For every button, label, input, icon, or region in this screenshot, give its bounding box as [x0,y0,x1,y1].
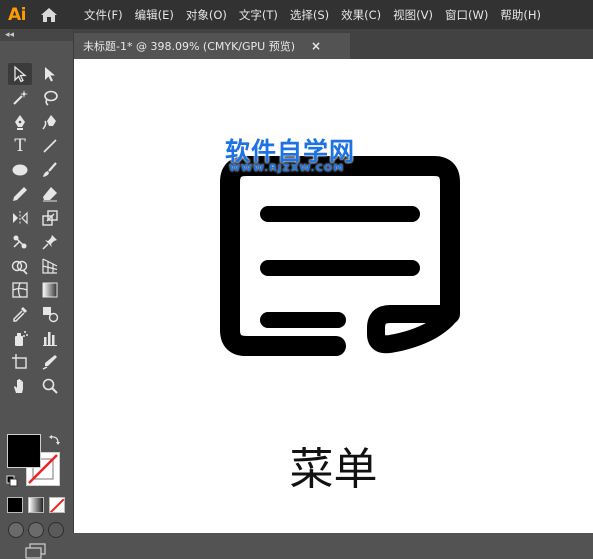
reflect-tool-icon[interactable] [8,207,32,229]
menu-effect[interactable]: 效果(C) [335,0,387,29]
screen-mode-icon[interactable] [24,543,48,559]
fill-swatch[interactable] [7,434,41,468]
menu-window[interactable]: 窗口(W) [439,0,494,29]
none-mode-swatch[interactable] [49,497,65,513]
hand-tool-icon[interactable] [8,375,32,397]
shape-builder-tool-icon[interactable] [8,255,32,277]
selection-tool-icon[interactable] [8,63,32,85]
default-colors-icon[interactable] [6,475,18,487]
menu-select[interactable]: 选择(S) [284,0,335,29]
caption-text[interactable]: 菜单 [74,433,593,497]
slice-tool-icon[interactable] [38,351,62,373]
type-tool-icon[interactable]: T [8,135,32,157]
pin-tool-icon[interactable] [38,231,62,253]
puppet-warp-tool-icon[interactable] [8,231,32,253]
swap-fill-stroke-icon[interactable] [48,433,62,447]
eyedropper-tool-icon[interactable] [8,303,32,325]
home-icon[interactable] [34,0,64,29]
lasso-tool-icon[interactable] [38,87,62,109]
tools-panel: ◂◂ T [0,29,74,559]
menu-object[interactable]: 对象(O) [180,0,233,29]
collapse-icon[interactable]: ◂◂ [5,29,14,41]
line-segment-tool-icon[interactable] [38,135,62,157]
pen-tool-icon[interactable] [8,111,32,133]
eraser-tool-icon[interactable] [38,183,62,205]
menu-help[interactable]: 帮助(H) [494,0,547,29]
draw-inside-icon[interactable] [48,522,64,538]
document-tab-title: 未标题-1* @ 398.09% (CMYK/GPU 预览) [83,40,295,53]
column-graph-tool-icon[interactable] [38,327,62,349]
ellipse-tool-icon[interactable] [8,159,32,181]
note-menu-icon[interactable] [214,152,470,392]
document-tab[interactable]: 未标题-1* @ 398.09% (CMYK/GPU 预览) × [74,33,350,59]
paintbrush-tool-icon[interactable] [38,159,62,181]
menu-list: 文件(F) 编辑(E) 对象(O) 文字(T) 选择(S) 效果(C) 视图(V… [78,0,547,29]
pencil-tool-icon[interactable] [8,183,32,205]
gradient-mode-swatch[interactable] [28,497,44,513]
artboard-tool-icon[interactable] [8,351,32,373]
menu-file[interactable]: 文件(F) [78,0,129,29]
watermark-url: WWW.RJZXW.COM [229,163,345,174]
zoom-tool-icon[interactable] [38,375,62,397]
menu-edit[interactable]: 编辑(E) [129,0,180,29]
magic-wand-tool-icon[interactable] [8,87,32,109]
perspective-grid-tool-icon[interactable] [38,255,62,277]
scale-tool-icon[interactable] [38,207,62,229]
app-logo[interactable]: Ai [0,0,34,29]
direct-selection-tool-icon[interactable] [38,63,62,85]
menu-view[interactable]: 视图(V) [387,0,439,29]
menu-type[interactable]: 文字(T) [233,0,284,29]
mesh-tool-icon[interactable] [8,279,32,301]
artboard-canvas[interactable]: 软件自学网 WWW.RJZXW.COM 菜单 [74,59,593,533]
symbol-sprayer-tool-icon[interactable] [8,327,32,349]
gradient-tool-icon[interactable] [38,279,62,301]
type-tool-glyph: T [14,136,26,156]
blend-tool-icon[interactable] [38,303,62,325]
draw-behind-icon[interactable] [28,522,44,538]
close-tab-icon[interactable]: × [311,39,321,53]
toolbar-grip[interactable]: ◂◂ [0,29,73,41]
menu-bar: Ai 文件(F) 编辑(E) 对象(O) 文字(T) 选择(S) 效果(C) 视… [0,0,593,29]
document-tab-bar: 未标题-1* @ 398.09% (CMYK/GPU 预览) × [74,29,593,59]
color-mode-swatch[interactable] [7,497,23,513]
curvature-tool-icon[interactable] [38,111,62,133]
draw-normal-icon[interactable] [8,522,24,538]
